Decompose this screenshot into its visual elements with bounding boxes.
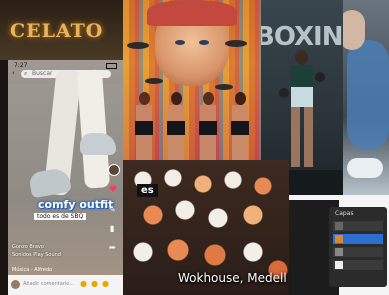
audio-label[interactable]: Sonidos Play Sound [12, 252, 61, 258]
ufo-icon [127, 42, 149, 49]
share-icon[interactable]: ➦ [109, 243, 116, 252]
like-icon[interactable]: ♥ [109, 185, 117, 195]
comment-icon[interactable]: ✎ [109, 205, 116, 214]
figure [163, 92, 189, 160]
store-sign: CELATO [10, 20, 104, 42]
username[interactable]: Gonzo Bravo [12, 244, 44, 250]
food-post[interactable]: es Wokhouse, Medell [123, 160, 289, 295]
comment-bar[interactable]: Añadir comentario... ● ● ● [8, 275, 123, 295]
sneaker [347, 158, 383, 178]
mural-eye [199, 40, 209, 45]
athlete-head [295, 50, 308, 65]
ufo-icon [145, 78, 163, 84]
mural-hair [147, 0, 237, 26]
mural-post[interactable] [123, 0, 261, 160]
caption-subtitle: todo es de SBQ [34, 213, 87, 220]
emoji-icon[interactable]: ● [102, 279, 109, 288]
avatar [11, 280, 20, 289]
sticker-text: es [137, 184, 158, 197]
layer-item[interactable] [333, 247, 383, 257]
music-label[interactable]: Música - Alfredo [12, 267, 52, 273]
wall-text: BOXING [261, 22, 343, 52]
caption-title: comfy outfit [38, 198, 114, 211]
battery-icon [106, 63, 117, 69]
boxing-glove [279, 88, 289, 98]
person-arm [343, 10, 365, 50]
right-sneaker [80, 133, 116, 155]
figure [131, 92, 157, 160]
location-caption: Wokhouse, Medell [178, 271, 287, 285]
search-input: Buscar [32, 70, 53, 77]
athlete-leg [291, 107, 300, 167]
ufo-icon [225, 40, 247, 47]
gym-post-2[interactable] [343, 0, 389, 195]
back-icon[interactable]: ‹ [12, 69, 15, 77]
person-silhouette [347, 40, 389, 150]
athlete-top [291, 65, 313, 87]
athlete-leg [304, 107, 313, 167]
emoji-icon[interactable]: ● [80, 279, 87, 288]
status-time: 7:27 [14, 62, 28, 69]
emoji-icon[interactable]: ● [91, 279, 98, 288]
drawing-post[interactable]: Capas [289, 195, 389, 295]
profile-avatar[interactable] [108, 164, 120, 176]
layer-item[interactable] [333, 260, 383, 270]
figure [227, 92, 253, 160]
comment-input[interactable]: Añadir comentario... [23, 281, 74, 287]
mural-eye [175, 40, 185, 45]
sneaker-post[interactable]: CELATO 7:27 ‹ ⌕ Buscar comfy outfit todo… [0, 0, 123, 295]
ufo-icon [215, 84, 233, 90]
layer-item-selected[interactable] [333, 234, 383, 244]
search-icon: ⌕ [24, 70, 28, 77]
figure [195, 92, 221, 160]
athlete-shorts [291, 87, 313, 107]
layers-panel: Capas [329, 207, 387, 287]
layer-item[interactable] [333, 221, 383, 231]
bookmark-icon[interactable]: ▮ [110, 224, 114, 233]
phone-screen: 7:27 ‹ ⌕ Buscar comfy outfit todo es de … [8, 60, 123, 295]
layers-panel-title: Capas [335, 210, 354, 217]
boxing-glove [315, 72, 325, 82]
